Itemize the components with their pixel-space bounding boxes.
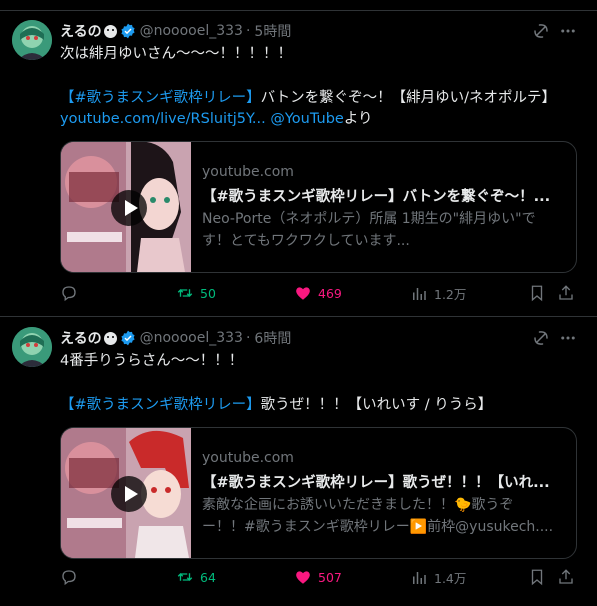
like-button[interactable]: 469 [294, 284, 342, 302]
tweet-text-line-1: 次は緋月ゆいさん～～～！！！！！ [60, 46, 292, 62]
tweet-text: 歌うぜ！！！【いれいす / りうら】 [260, 397, 493, 413]
retweet-count: 64 [200, 569, 216, 585]
retweet-button[interactable]: 50 [176, 284, 216, 302]
like-count: 469 [318, 285, 342, 301]
views-count: 1.4万 [434, 571, 467, 586]
smiley-icon [103, 24, 117, 38]
tweet-header: えるの @nooooel_333 · 5時間 [60, 20, 291, 42]
tweet-text-line-1: 4番手りうらさん～～！！！ [60, 353, 244, 369]
grok-icon[interactable] [532, 329, 550, 347]
retweet-button[interactable]: 64 [176, 568, 216, 586]
play-icon[interactable] [111, 190, 147, 226]
mention-link[interactable]: @YouTube [270, 111, 343, 127]
tweet-text-line-3: youtube.com/live/RSluitj5Y... @YouTubeより [60, 108, 373, 130]
play-icon[interactable] [111, 476, 147, 512]
hashtag-link[interactable]: 【#歌うまスンギ歌枠リレー】 [60, 90, 261, 106]
hashtag-link[interactable]: 【#歌うまスンギ歌枠リレー】 [60, 397, 261, 413]
tweet-text: バトンを繋ぐぞ～！【緋月ゆい/ネオポルテ】 [260, 90, 556, 106]
smiley-icon [103, 331, 117, 345]
timestamp[interactable]: 5時間 [254, 21, 291, 41]
bookmark-button[interactable] [528, 284, 546, 302]
like-icon [296, 287, 310, 300]
share-icon [559, 569, 573, 584]
card-domain: youtube.com [202, 450, 294, 466]
card-thumbnail [61, 142, 191, 272]
retweet-icon [177, 573, 193, 581]
more-icon[interactable] [558, 22, 578, 40]
tweet-text: より [343, 111, 373, 127]
like-icon [296, 571, 310, 584]
action-bar: 64 507 1.4万 [0, 568, 597, 588]
avatar[interactable] [12, 327, 52, 367]
like-count: 507 [318, 569, 342, 585]
author-name[interactable]: えるの [60, 328, 102, 348]
tweet-text-line-2: 【#歌うまスンギ歌枠リレー】歌うぜ！！！【いれいす / りうら】 [60, 394, 492, 416]
url-link[interactable]: youtube.com/live/RSluitj5Y... [60, 111, 266, 127]
reply-icon [62, 570, 76, 586]
reply-icon [62, 286, 76, 302]
action-bar: 50 469 1.2万 [0, 284, 597, 304]
share-button[interactable] [557, 284, 575, 302]
share-button[interactable] [557, 568, 575, 586]
card-description: 素敵な企画にお誘いいただきました！！🐤歌うぞ ー！！#歌うまスンギ歌枠リレー▶️… [202, 494, 564, 538]
card-description-line: ー！！#歌うまスンギ歌枠リレー▶️前枠@yusukech.... [202, 519, 554, 535]
card-description-line: す！とてもワクワクしています... [202, 233, 410, 249]
tweet-text-line-2: 【#歌うまスンギ歌枠リレー】バトンを繋ぐぞ～！【緋月ゆい/ネオポルテ】 [60, 87, 556, 109]
grok-icon[interactable] [532, 22, 550, 40]
views-button[interactable]: 1.2万 [410, 284, 466, 303]
card-title: 【#歌うまスンギ歌枠リレー】歌うぜ！！！【いれ... [202, 475, 550, 491]
card-description: Neo-Porte（ネオポルテ）所属 1期生の"緋月ゆい"で す！とてもワクワク… [202, 208, 564, 252]
more-icon[interactable] [558, 329, 578, 347]
link-card[interactable]: youtube.com 【#歌うまスンギ歌枠リレー】バトンを繋ぐぞ～！... N… [60, 141, 577, 273]
separator: · [245, 23, 251, 39]
retweet-icon [177, 289, 193, 297]
views-button[interactable]: 1.4万 [410, 568, 466, 587]
card-description-line: 素敵な企画にお誘いいただきました！！🐤歌うぞ [202, 497, 514, 513]
like-button[interactable]: 507 [294, 568, 342, 586]
author-handle[interactable]: @nooooel_333 [140, 330, 243, 346]
card-title: 【#歌うまスンギ歌枠リレー】バトンを繋ぐぞ～！... [202, 189, 551, 205]
bookmark-button[interactable] [528, 568, 546, 586]
tweet[interactable]: えるの @nooooel_333 · 6時間 4番手りうらさん～～！！！ 【#歌… [0, 317, 597, 606]
verified-badge-icon [120, 23, 135, 39]
share-icon [559, 285, 573, 300]
retweet-count: 50 [200, 285, 216, 301]
verified-badge-icon [120, 330, 135, 346]
author-name[interactable]: えるの [60, 21, 102, 41]
views-icon [413, 571, 426, 584]
link-card[interactable]: youtube.com 【#歌うまスンギ歌枠リレー】歌うぜ！！！【いれ... 素… [60, 427, 577, 559]
bookmark-icon [531, 285, 543, 302]
tweet[interactable]: えるの @nooooel_333 · 5時間 次は緋月ゆいさん～～～！！！！！ … [0, 10, 597, 317]
card-thumbnail [61, 428, 191, 558]
card-description-line: Neo-Porte（ネオポルテ）所属 1期生の"緋月ゆい"で [202, 211, 536, 227]
timestamp[interactable]: 6時間 [254, 328, 291, 348]
bookmark-icon [531, 569, 543, 586]
reply-button[interactable] [60, 284, 84, 302]
author-handle[interactable]: @nooooel_333 [140, 23, 243, 39]
separator: · [245, 330, 251, 346]
views-count: 1.2万 [434, 287, 467, 302]
reply-button[interactable] [60, 568, 84, 586]
card-domain: youtube.com [202, 164, 294, 180]
views-icon [413, 287, 426, 300]
avatar[interactable] [12, 20, 52, 60]
tweet-header: えるの @nooooel_333 · 6時間 [60, 327, 291, 349]
